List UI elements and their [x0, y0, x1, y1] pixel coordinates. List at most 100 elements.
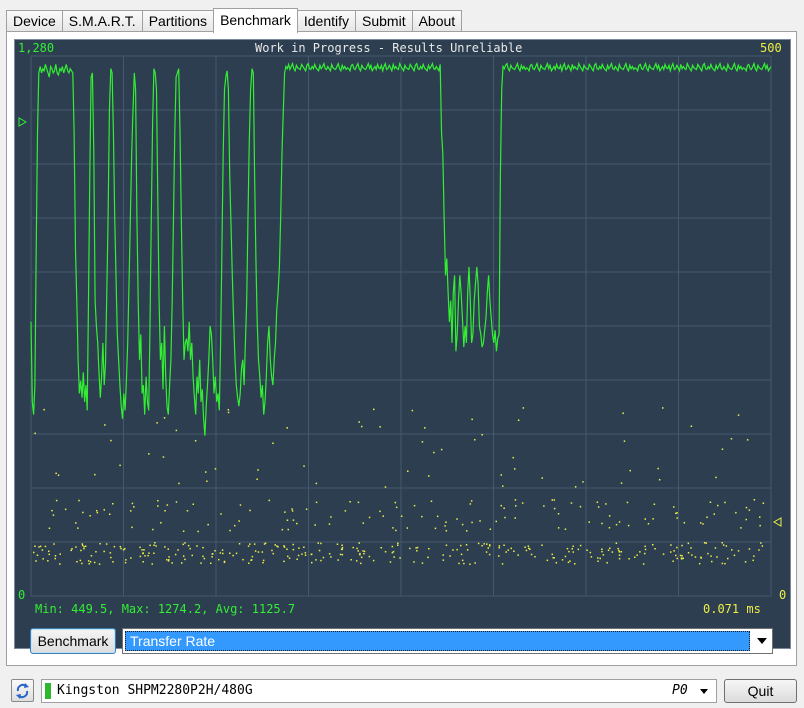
- access-time-point: [358, 421, 360, 423]
- access-time-point: [629, 469, 631, 472]
- access-time-point: [733, 554, 736, 557]
- access-time-point: [262, 561, 264, 564]
- access-time-point: [434, 527, 437, 530]
- tab-submit[interactable]: Submit: [355, 10, 413, 32]
- access-time-point: [356, 560, 358, 562]
- access-time-point: [762, 502, 765, 504]
- access-time-point: [284, 511, 286, 513]
- y-left-min-label: 0: [18, 588, 26, 602]
- access-time-point: [109, 552, 112, 554]
- access-time-point: [758, 549, 760, 551]
- access-time-point: [257, 469, 259, 471]
- access-time-point: [229, 552, 231, 554]
- access-time-point: [336, 543, 339, 545]
- access-time-point: [413, 504, 416, 507]
- access-time-point: [397, 542, 399, 545]
- access-time-point: [164, 510, 166, 512]
- access-time-point: [291, 508, 293, 510]
- access-time-point: [234, 524, 236, 527]
- access-time-point: [717, 504, 719, 507]
- access-time-point: [379, 426, 381, 428]
- access-time-point: [722, 544, 725, 546]
- access-time-point: [588, 521, 590, 523]
- access-time-point: [182, 530, 185, 532]
- access-time-point: [427, 556, 429, 559]
- quit-button[interactable]: Quit: [724, 679, 797, 703]
- access-time-point: [515, 505, 517, 507]
- access-time-point: [341, 553, 344, 556]
- access-time-point: [599, 557, 601, 560]
- access-time-point: [93, 561, 96, 564]
- tab-device[interactable]: Device: [6, 10, 63, 32]
- tab-partitions[interactable]: Partitions: [141, 10, 215, 32]
- access-time-point: [675, 512, 677, 515]
- refresh-button[interactable]: [11, 679, 34, 702]
- access-time-point: [48, 553, 50, 556]
- access-time-point: [488, 553, 491, 556]
- access-time-point: [55, 499, 58, 502]
- access-time-point: [567, 561, 570, 564]
- access-time-point: [458, 562, 460, 565]
- chevron-down-icon[interactable]: [700, 689, 708, 694]
- access-time-point: [711, 560, 713, 563]
- access-time-point: [676, 546, 678, 549]
- device-select[interactable]: Kingston SHPM2280P2H/480G P0: [41, 679, 717, 703]
- mode-select[interactable]: Transfer Rate: [122, 628, 773, 654]
- access-time-point: [119, 545, 122, 548]
- access-time-point: [131, 526, 133, 529]
- access-time-point: [456, 518, 458, 520]
- access-time-point: [166, 504, 169, 506]
- access-time-point: [682, 557, 684, 560]
- access-time-point: [315, 501, 318, 504]
- access-time-point: [679, 554, 682, 557]
- access-time-point: [82, 511, 84, 514]
- right-marker-icon: [772, 517, 782, 527]
- access-time-point: [657, 467, 659, 470]
- access-time-point: [460, 553, 463, 556]
- chevron-down-icon[interactable]: [757, 638, 767, 644]
- access-time-point: [498, 555, 500, 557]
- access-time-point: [125, 559, 127, 561]
- access-time-point: [745, 518, 747, 521]
- access-time-point: [716, 556, 718, 558]
- access-time-point: [303, 465, 305, 467]
- access-time-point: [445, 521, 447, 523]
- tab-bar: Device S.M.A.R.T. Partitions Benchmark I…: [6, 8, 463, 33]
- access-time-point: [263, 543, 266, 545]
- access-time-point: [344, 510, 347, 512]
- access-time-point: [579, 544, 582, 547]
- access-time-point: [104, 424, 106, 426]
- tab-benchmark[interactable]: Benchmark: [213, 8, 298, 33]
- access-time-point: [203, 557, 206, 560]
- access-time-point: [384, 551, 387, 553]
- access-time-point: [144, 555, 146, 557]
- access-time-point: [702, 523, 704, 525]
- access-time-point: [162, 456, 165, 458]
- access-time-point: [292, 543, 294, 546]
- access-time-point: [310, 553, 313, 555]
- access-time-point: [481, 545, 483, 547]
- access-time-point: [449, 555, 451, 557]
- access-time-point: [218, 558, 220, 561]
- access-time-point: [139, 546, 141, 549]
- access-time-point: [694, 556, 697, 558]
- access-time-point: [235, 552, 238, 555]
- tab-smart[interactable]: S.M.A.R.T.: [61, 10, 143, 32]
- benchmark-button[interactable]: Benchmark: [30, 628, 116, 654]
- access-time-point: [200, 562, 202, 564]
- access-time-point: [304, 552, 307, 554]
- access-time-point: [283, 546, 286, 548]
- access-time-point: [617, 547, 619, 550]
- tab-about[interactable]: About: [411, 10, 463, 32]
- access-time-point: [670, 551, 672, 553]
- access-time-point: [368, 516, 371, 519]
- access-time-point: [653, 503, 656, 505]
- access-time-point: [90, 555, 93, 557]
- access-time-point: [582, 481, 584, 483]
- access-time-point: [676, 517, 678, 519]
- access-time-point: [445, 530, 448, 532]
- access-time-point: [572, 545, 574, 547]
- y-right-min-label: 0: [779, 588, 787, 602]
- tab-identify[interactable]: Identify: [296, 10, 357, 32]
- access-time-point: [341, 544, 343, 546]
